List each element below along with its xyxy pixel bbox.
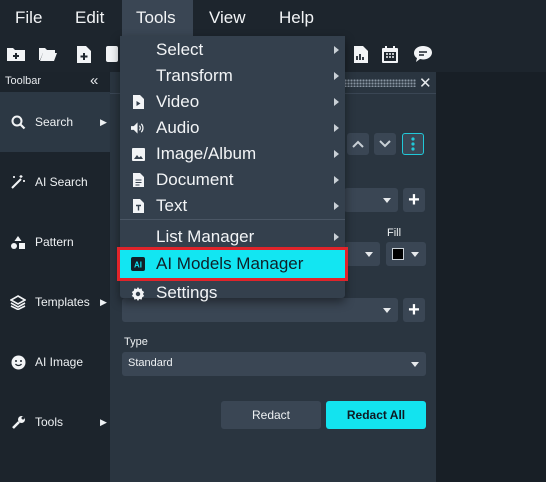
chevron-right-icon: ▶ bbox=[100, 116, 107, 127]
text-file-icon bbox=[131, 199, 145, 213]
gear-icon bbox=[131, 287, 145, 301]
image-icon bbox=[131, 147, 145, 161]
menu-item-label: Audio bbox=[156, 118, 200, 137]
add-redaction-button[interactable]: + bbox=[403, 298, 425, 322]
search-icon bbox=[10, 114, 26, 130]
smiley-icon bbox=[10, 354, 26, 370]
menu-edit[interactable]: Edit bbox=[61, 0, 118, 36]
menu-item-label: Image/Album bbox=[156, 144, 257, 163]
submenu-arrow-icon bbox=[334, 46, 339, 54]
layers-icon bbox=[10, 294, 26, 310]
sidebar-item-ai-image[interactable]: AI Image bbox=[0, 332, 110, 392]
speaker-icon bbox=[131, 121, 145, 135]
menu-item-video[interactable]: Video bbox=[120, 89, 345, 115]
menu-view[interactable]: View bbox=[195, 0, 260, 36]
menu-item-audio[interactable]: Audio bbox=[120, 115, 345, 141]
menu-item-document[interactable]: Document bbox=[120, 167, 345, 193]
sidebar-item-ai-search[interactable]: AI Search bbox=[0, 152, 110, 212]
menu-item-label: Settings bbox=[156, 283, 218, 302]
fill-color-swatch bbox=[392, 248, 404, 260]
sidebar-item-label: Pattern bbox=[35, 235, 74, 249]
report-icon[interactable] bbox=[351, 44, 371, 64]
comment-icon[interactable] bbox=[413, 44, 433, 64]
menu-item-label: Document bbox=[156, 170, 234, 189]
menu-item-select[interactable]: Select bbox=[120, 37, 345, 63]
new-folder-icon[interactable] bbox=[6, 44, 26, 64]
submenu-arrow-icon bbox=[334, 202, 339, 210]
menu-item-label: Transform bbox=[156, 66, 233, 85]
menu-tools[interactable]: Tools bbox=[122, 0, 193, 36]
magic-wand-icon bbox=[10, 174, 26, 190]
workspace-area bbox=[436, 72, 546, 482]
tools-menu: Select Transform Video Audio Image/Album… bbox=[117, 36, 348, 302]
drag-handle[interactable] bbox=[344, 79, 416, 87]
submenu-arrow-icon bbox=[334, 98, 339, 106]
calendar-icon[interactable] bbox=[380, 44, 400, 64]
document-icon bbox=[131, 173, 145, 187]
type-label: Type bbox=[124, 336, 148, 348]
wrench-icon bbox=[10, 414, 26, 430]
menu-item-label: List Manager bbox=[156, 227, 255, 246]
close-icon[interactable]: ✕ bbox=[419, 74, 432, 92]
more-options-button[interactable] bbox=[402, 133, 424, 155]
redact-all-button[interactable]: Redact All bbox=[326, 401, 426, 429]
toolbar-panel-title: Toolbar bbox=[5, 75, 42, 87]
submenu-arrow-icon bbox=[334, 176, 339, 184]
fill-color-select[interactable] bbox=[386, 242, 426, 266]
option-select[interactable] bbox=[344, 242, 380, 266]
highlight-box bbox=[117, 247, 348, 281]
fill-label: Fill bbox=[387, 227, 402, 239]
collapse-panel-icon[interactable]: « bbox=[90, 72, 98, 89]
chevron-right-icon: ▶ bbox=[100, 296, 107, 307]
type-select[interactable]: Standard bbox=[122, 352, 426, 376]
menu-item-transform[interactable]: Transform bbox=[120, 63, 345, 89]
sidebar-item-tools[interactable]: Tools ▶ bbox=[0, 392, 110, 452]
type-select-value: Standard bbox=[128, 357, 173, 369]
sidebar-item-label: AI Search bbox=[35, 175, 88, 189]
menu-bar: File Edit Tools View Help bbox=[0, 0, 546, 36]
chevron-right-icon: ▶ bbox=[100, 416, 107, 427]
video-file-icon bbox=[131, 95, 145, 109]
menu-item-text[interactable]: Text bbox=[120, 193, 345, 219]
search-select[interactable] bbox=[344, 188, 398, 212]
menu-file[interactable]: File bbox=[1, 0, 56, 36]
add-search-button[interactable]: + bbox=[403, 188, 425, 212]
submenu-arrow-icon bbox=[334, 150, 339, 158]
sidebar-item-label: Templates bbox=[35, 295, 90, 309]
menu-item-image-album[interactable]: Image/Album bbox=[120, 141, 345, 167]
sidebar-item-search[interactable]: Search ▶ bbox=[0, 92, 110, 152]
toolbar-panel-header: Toolbar « bbox=[0, 72, 110, 92]
toolbar-panel: Toolbar « Search ▶ AI Search Pattern Tem… bbox=[0, 72, 110, 482]
submenu-arrow-icon bbox=[334, 72, 339, 80]
menu-separator bbox=[120, 219, 345, 220]
menu-item-label: Select bbox=[156, 40, 204, 59]
sidebar-item-pattern[interactable]: Pattern bbox=[0, 212, 110, 272]
sidebar-item-label: Tools bbox=[35, 415, 64, 429]
menu-help[interactable]: Help bbox=[265, 0, 328, 36]
redact-button[interactable]: Redact bbox=[221, 401, 321, 429]
shapes-icon bbox=[10, 234, 26, 250]
save-icon[interactable] bbox=[104, 44, 120, 64]
menu-item-label: Video bbox=[156, 92, 200, 111]
move-up-button[interactable] bbox=[347, 133, 369, 155]
move-down-button[interactable] bbox=[374, 133, 396, 155]
menu-item-label: Text bbox=[156, 196, 188, 215]
open-folder-icon[interactable] bbox=[38, 44, 58, 64]
add-file-icon[interactable] bbox=[74, 44, 94, 64]
submenu-arrow-icon bbox=[334, 233, 339, 241]
submenu-arrow-icon bbox=[334, 124, 339, 132]
sidebar-item-label: Search bbox=[35, 115, 74, 129]
menu-item-settings[interactable]: Settings bbox=[120, 281, 345, 307]
sidebar-item-label: AI Image bbox=[35, 355, 84, 369]
sidebar-item-templates[interactable]: Templates ▶ bbox=[0, 272, 110, 332]
